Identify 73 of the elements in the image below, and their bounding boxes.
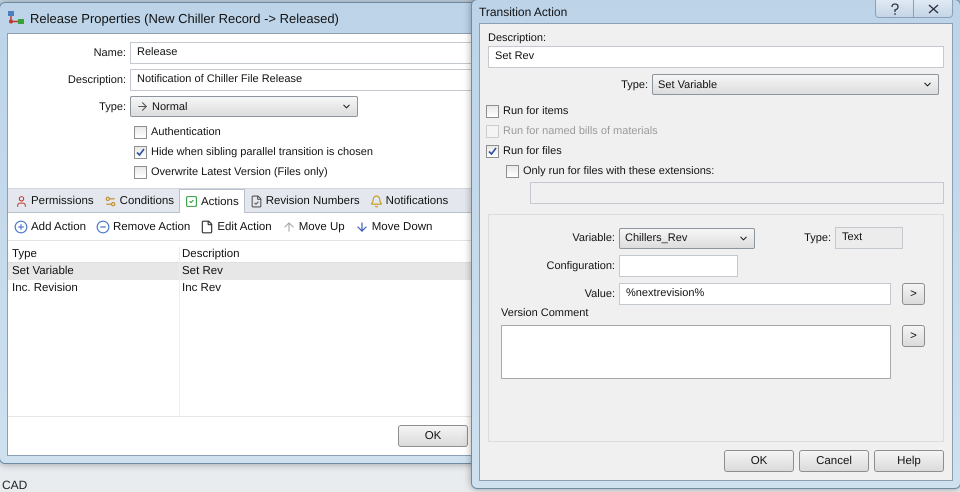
column-header[interactable]: Type [8, 246, 178, 263]
checkbox-label: Run for items [503, 105, 568, 117]
field-label: Type: [620, 78, 649, 90]
tab-icon [370, 194, 383, 208]
toolbar-icon [14, 220, 28, 234]
toolbar-icon [200, 220, 214, 234]
checkbox-label: Authentication [151, 126, 221, 138]
toolbar-button[interactable]: Edit Action [200, 220, 272, 234]
description-field[interactable]: Set Rev [488, 46, 944, 68]
dialog-button[interactable]: OK [724, 450, 794, 472]
field-label: Configuration: [546, 260, 616, 272]
checkbox[interactable] [506, 164, 519, 178]
toolbar-button[interactable]: Add Action [14, 220, 86, 234]
field-label: Type: [803, 232, 832, 244]
tab[interactable]: Conditions [98, 190, 179, 212]
checkbox[interactable] [486, 104, 499, 118]
dialog-button[interactable]: Help [874, 450, 944, 472]
field-label: Description: [488, 32, 548, 44]
toolbar-icon [282, 220, 296, 234]
help-button[interactable] [876, 0, 914, 17]
tab-icon [184, 195, 198, 208]
checkbox[interactable] [134, 166, 147, 178]
type-field: Text [835, 227, 903, 249]
field-label: Name: [92, 47, 127, 59]
workflow-icon [7, 10, 25, 26]
table-cell[interactable]: Set Rev [178, 263, 472, 280]
table-cell[interactable]: Set Variable [8, 263, 178, 280]
toolbar-button[interactable]: Move Down [354, 220, 432, 234]
variable-dropdown[interactable]: Chillers_Rev [619, 228, 755, 248]
tab[interactable]: Revision Numbers [244, 190, 365, 212]
checkbox[interactable] [134, 126, 147, 138]
checkbox-label: Overwrite Latest Version (Files only) [151, 166, 328, 178]
toolbar-button[interactable]: Remove Action [96, 220, 190, 234]
checkbox-label: Only run for files with these extensions: [523, 165, 714, 177]
field-label: Version Comment [500, 307, 590, 319]
tab[interactable]: Actions [178, 189, 245, 213]
window-title: Release Properties (New Chiller Record -> Released) [30, 10, 339, 26]
arrow-icon [136, 100, 149, 113]
checkbox[interactable] [486, 144, 499, 158]
extensions-field[interactable] [530, 182, 944, 204]
insert-button[interactable]: > [902, 325, 925, 347]
text-field[interactable]: Release [130, 42, 472, 64]
type-dropdown[interactable]: Set Variable [652, 74, 939, 95]
tab-icon [15, 194, 28, 208]
field-label: Type: [98, 100, 127, 112]
background-text: CAD [2, 478, 28, 492]
tab[interactable]: Permissions [10, 190, 99, 212]
toolbar-icon [354, 220, 369, 234]
field-label: Value: [584, 288, 616, 300]
insert-button[interactable]: > [902, 283, 925, 305]
field-label: Description: [66, 74, 127, 86]
field-label: Variable: [571, 232, 616, 244]
toolbar-icon [96, 220, 110, 234]
dialog-button[interactable]: Cancel [799, 450, 869, 472]
comment-field[interactable] [501, 325, 891, 379]
tab[interactable]: Notifications [364, 190, 454, 212]
help-icon [890, 2, 900, 14]
text-field[interactable]: Notification of Chiller File Release [130, 69, 472, 91]
tab-icon [104, 194, 117, 208]
close-icon [928, 4, 938, 14]
value-field[interactable]: %nextrevision% [619, 283, 891, 305]
type-dropdown[interactable]: Normal [130, 96, 358, 117]
configuration-field[interactable] [619, 255, 738, 277]
ok-button[interactable]: OK [398, 425, 468, 447]
close-button[interactable] [914, 0, 952, 17]
checkbox[interactable] [134, 146, 147, 158]
checkbox-label: Run for named bills of materials [503, 125, 658, 137]
toolbar-button[interactable]: Move Up [282, 220, 345, 234]
checkbox-label: Run for files [503, 145, 562, 157]
window-title: Transition Action [479, 4, 568, 18]
checkbox-label: Hide when sibling parallel transition is chosen [151, 146, 373, 158]
column-header[interactable]: Description [178, 246, 472, 263]
tab-icon [250, 194, 263, 208]
